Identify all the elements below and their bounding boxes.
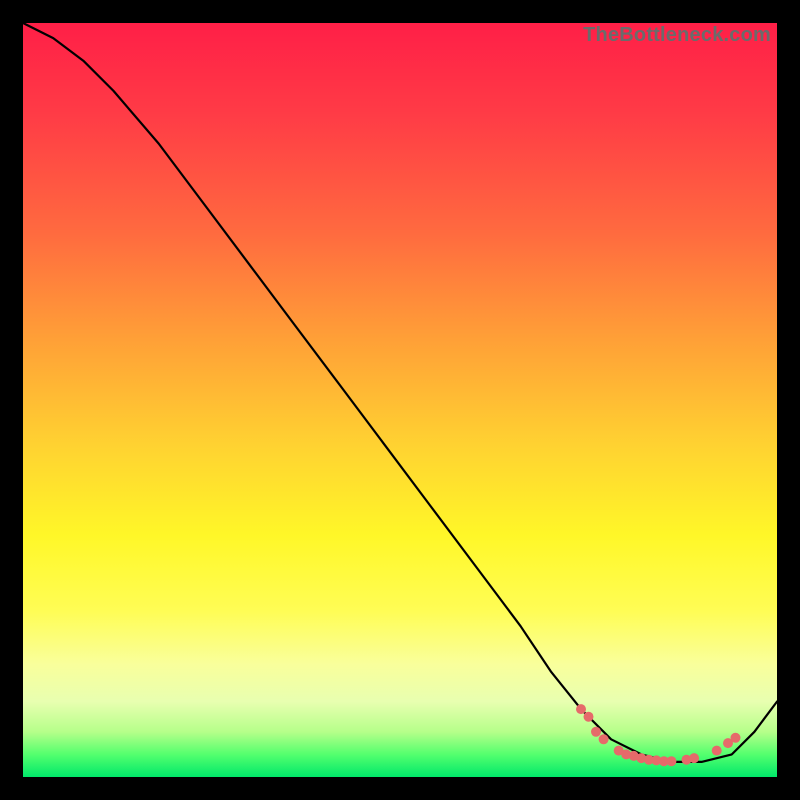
data-marker — [731, 733, 741, 743]
chart-frame: TheBottleneck.com — [0, 0, 800, 800]
data-marker — [689, 753, 699, 763]
marker-group — [576, 704, 741, 766]
data-marker — [666, 756, 676, 766]
curve-svg — [23, 23, 777, 777]
data-marker — [576, 704, 586, 714]
data-marker — [599, 734, 609, 744]
data-marker — [584, 712, 594, 722]
data-marker — [591, 727, 601, 737]
data-marker — [712, 746, 722, 756]
plot-area: TheBottleneck.com — [23, 23, 777, 777]
bottleneck-curve — [23, 23, 777, 762]
